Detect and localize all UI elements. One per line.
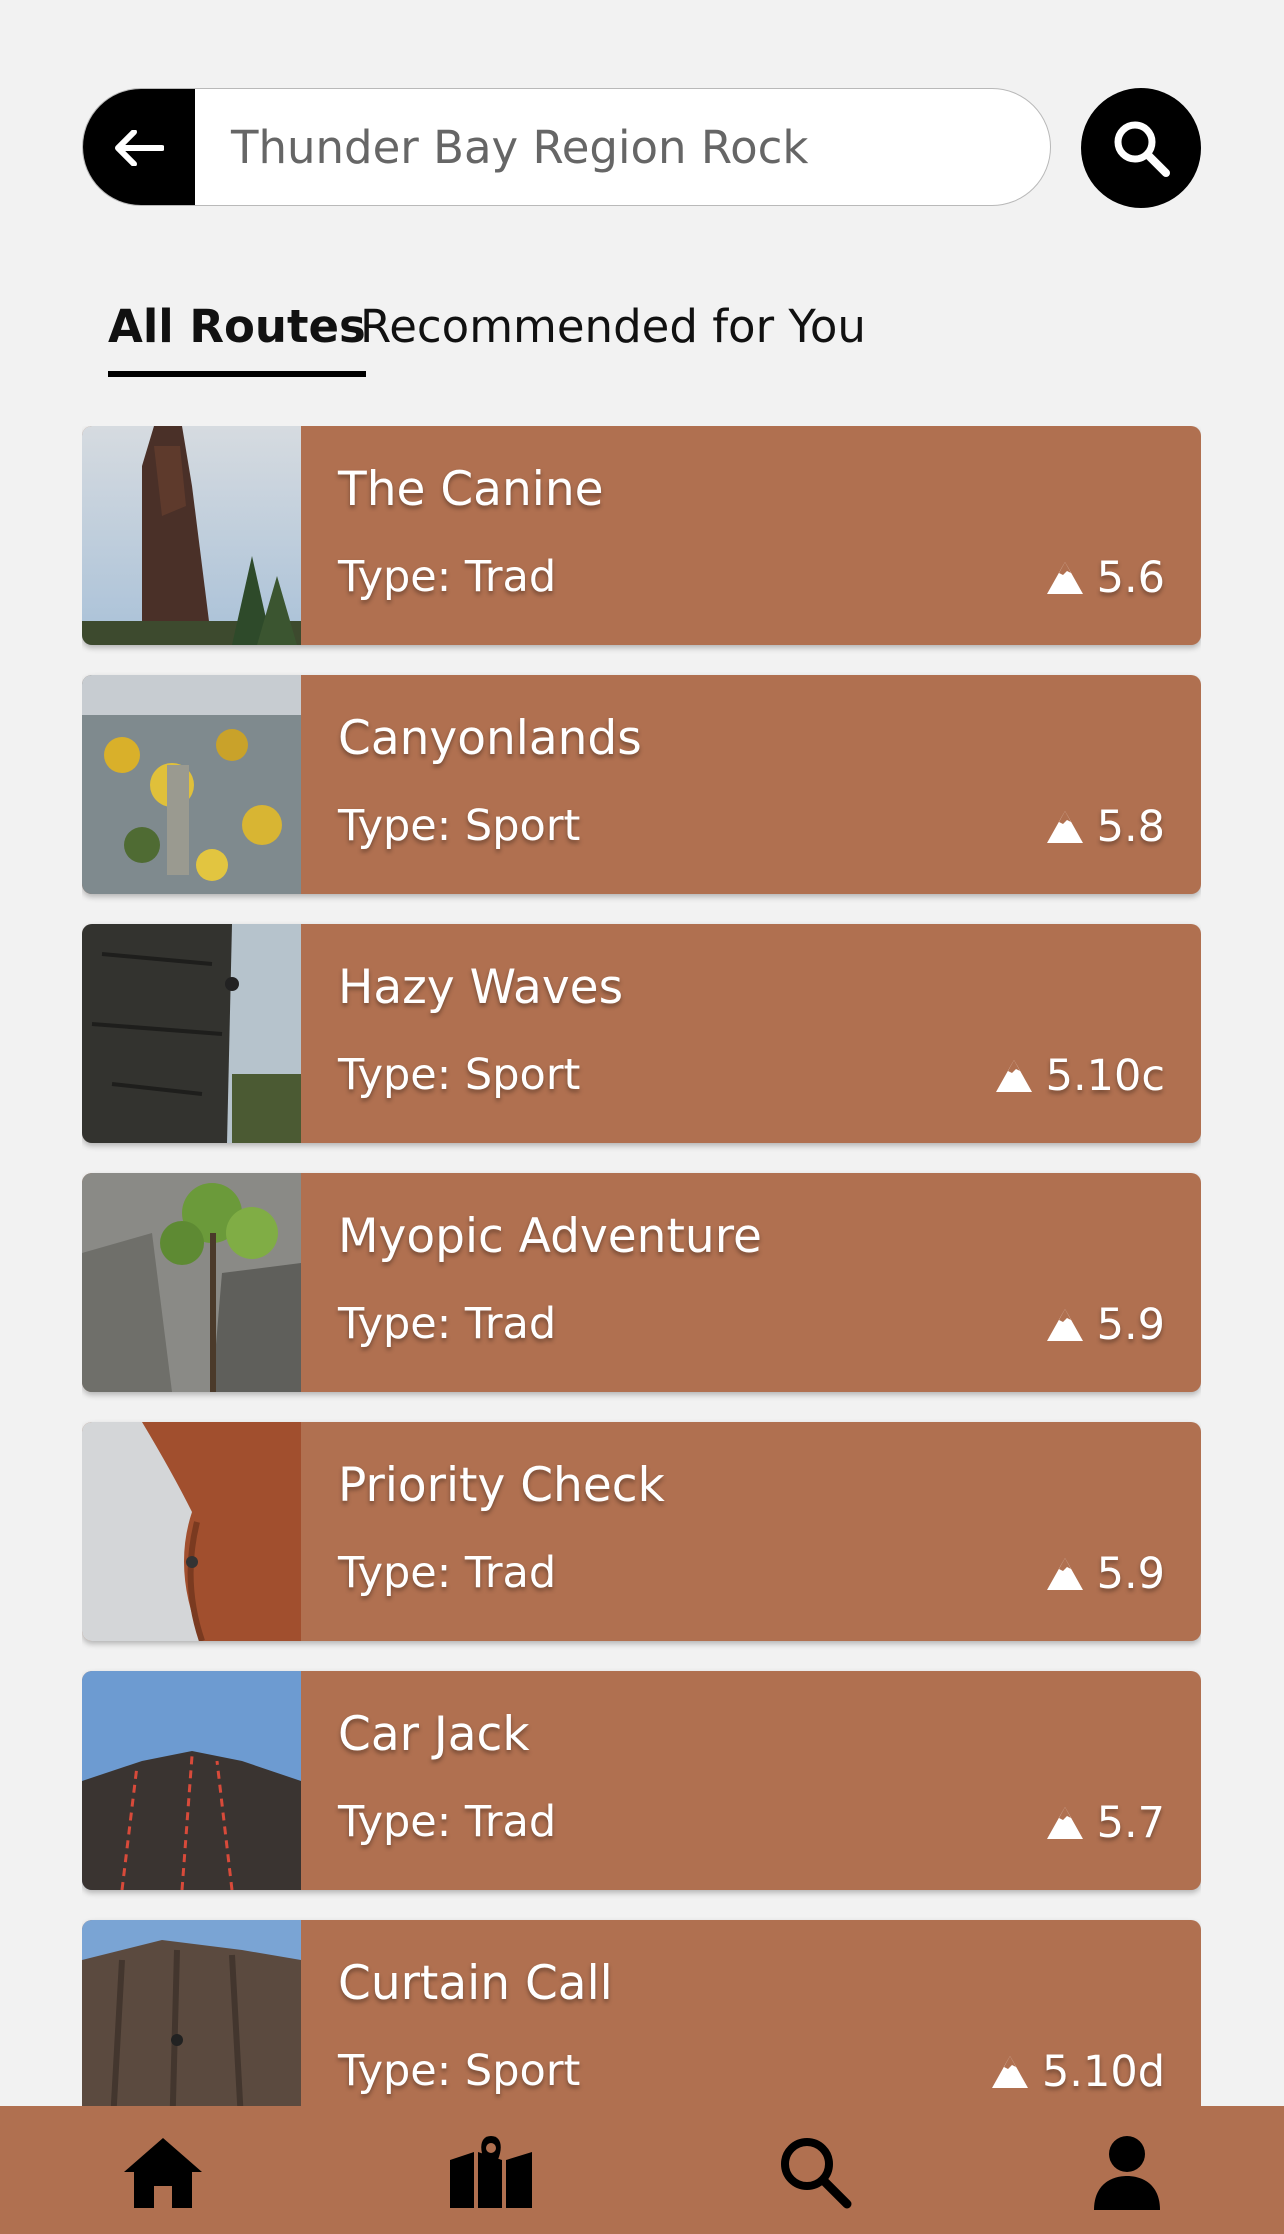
route-card[interactable]: Myopic Adventure Type: Trad 5.9: [82, 1173, 1201, 1392]
mountain-icon: [1046, 1558, 1083, 1590]
route-thumbnail: [82, 1920, 301, 2106]
route-grade: 5.10c: [994, 1050, 1165, 1102]
mountain-icon: [1046, 562, 1083, 594]
mountain-icon: [1046, 1309, 1083, 1341]
route-grade-value: 5.10c: [1045, 1051, 1165, 1101]
route-type: Type: Trad: [338, 1797, 557, 1847]
route-name: Hazy Waves: [338, 960, 624, 1015]
route-name: The Canine: [338, 462, 604, 517]
profile-icon: [1094, 2136, 1160, 2210]
bottom-nav: [0, 2106, 1284, 2234]
route-type: Type: Sport: [338, 801, 581, 851]
arrow-left-icon: [115, 130, 164, 166]
route-grade-value: 5.9: [1096, 1549, 1165, 1599]
route-name: Car Jack: [338, 1707, 530, 1762]
route-thumbnail: [82, 426, 301, 645]
route-thumbnail: [82, 1422, 301, 1641]
route-grade-value: 5.9: [1096, 1300, 1165, 1350]
route-grade: 5.6: [1045, 552, 1165, 604]
search-icon: [1114, 121, 1170, 177]
route-card[interactable]: Curtain Call Type: Sport 5.10d: [82, 1920, 1201, 2106]
route-grade-value: 5.10d: [1041, 2047, 1165, 2097]
tab-all-routes[interactable]: All Routes: [108, 300, 366, 377]
route-grade-value: 5.8: [1096, 802, 1165, 852]
route-type: Type: Sport: [338, 1050, 581, 1100]
nav-search[interactable]: [770, 2130, 860, 2214]
search-icon: [781, 2138, 852, 2209]
mountain-icon: [1046, 811, 1083, 843]
route-grade: 5.9: [1045, 1548, 1165, 1600]
route-grade: 5.9: [1045, 1299, 1165, 1351]
route-name: Myopic Adventure: [338, 1209, 762, 1264]
back-button[interactable]: [83, 89, 195, 205]
route-list: The Canine Type: Trad 5.6 Canyonlands Ty…: [82, 426, 1201, 2106]
route-card[interactable]: The Canine Type: Trad 5.6: [82, 426, 1201, 645]
home-icon: [124, 2138, 202, 2208]
search-input[interactable]: Thunder Bay Region Rock: [231, 89, 808, 205]
mountain-icon: [995, 1060, 1032, 1092]
route-card[interactable]: Car Jack Type: Trad 5.7: [82, 1671, 1201, 1890]
route-card[interactable]: Priority Check Type: Trad 5.9: [82, 1422, 1201, 1641]
nav-map[interactable]: [446, 2130, 536, 2214]
route-type: Type: Trad: [338, 552, 557, 602]
route-card[interactable]: Hazy Waves Type: Sport 5.10c: [82, 924, 1201, 1143]
nav-home[interactable]: [118, 2130, 208, 2214]
route-grade: 5.7: [1045, 1797, 1165, 1849]
mountain-icon: [1046, 1807, 1083, 1839]
route-type: Type: Sport: [338, 2046, 581, 2096]
nav-profile[interactable]: [1082, 2130, 1172, 2214]
route-grade: 5.10d: [990, 2046, 1165, 2098]
route-grade: 5.8: [1045, 801, 1165, 853]
tab-recommended[interactable]: Recommended for You: [360, 300, 866, 353]
search-box: Thunder Bay Region Rock: [82, 88, 1051, 206]
search-button[interactable]: [1081, 88, 1201, 208]
route-thumbnail: [82, 924, 301, 1143]
route-grade-value: 5.6: [1096, 553, 1165, 603]
route-grade-value: 5.7: [1096, 1798, 1165, 1848]
route-card[interactable]: Canyonlands Type: Sport 5.8: [82, 675, 1201, 894]
route-type: Type: Trad: [338, 1548, 557, 1598]
route-thumbnail: [82, 1671, 301, 1890]
route-thumbnail: [82, 1173, 301, 1392]
route-name: Priority Check: [338, 1458, 665, 1513]
route-thumbnail: [82, 675, 301, 894]
route-type: Type: Trad: [338, 1299, 557, 1349]
map-icon: [450, 2136, 532, 2208]
mountain-icon: [991, 2056, 1028, 2088]
route-name: Curtain Call: [338, 1956, 613, 2011]
search-bar: Thunder Bay Region Rock: [82, 88, 1201, 208]
route-name: Canyonlands: [338, 711, 642, 766]
